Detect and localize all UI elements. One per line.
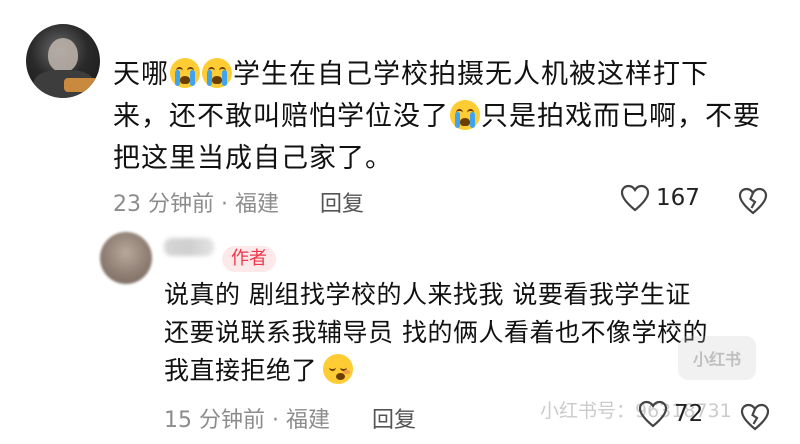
crying-face-icon xyxy=(450,100,480,130)
crying-face-icon xyxy=(170,58,200,88)
comment-reply-button[interactable]: 回复 xyxy=(320,186,364,218)
broken-heart-icon[interactable] xyxy=(740,402,770,432)
comment-text: 天哪 学生在自己学校拍摄无人机被这样打下来，还不敢叫赔怕学位没了 只是拍戏而已啊，不… xyxy=(113,54,763,180)
comment-text-part1: 天哪 xyxy=(113,59,169,90)
avatar-cake xyxy=(64,78,98,92)
comment-like-button[interactable]: 167 xyxy=(620,184,700,212)
commenter-avatar[interactable] xyxy=(26,24,100,98)
comment-timestamp: 23 分钟前 · 福建 xyxy=(113,192,279,217)
tired-face-icon xyxy=(323,354,354,384)
avatar-face xyxy=(48,38,78,72)
author-name-blurred xyxy=(164,238,214,256)
author-badge: 作者 xyxy=(222,246,276,272)
watermark-logo: 小红书 xyxy=(678,336,756,380)
comment-like-count: 167 xyxy=(656,185,700,211)
reply-like-count: 72 xyxy=(674,401,704,427)
reply-line-3: 我直接拒绝了 xyxy=(164,356,318,385)
broken-heart-icon[interactable] xyxy=(738,186,768,216)
reply-like-button[interactable]: 72 xyxy=(638,400,703,428)
author-avatar[interactable] xyxy=(100,232,152,284)
heart-outline-icon xyxy=(620,184,650,212)
reply-timestamp: 15 分钟前 · 福建 xyxy=(164,408,330,433)
heart-outline-icon xyxy=(638,400,668,428)
crying-face-icon xyxy=(202,58,232,88)
reply-reply-button[interactable]: 回复 xyxy=(372,402,416,434)
reply-line-1: 说真的 剧组找学校的人来找我 说要看我学生证 xyxy=(164,280,691,309)
